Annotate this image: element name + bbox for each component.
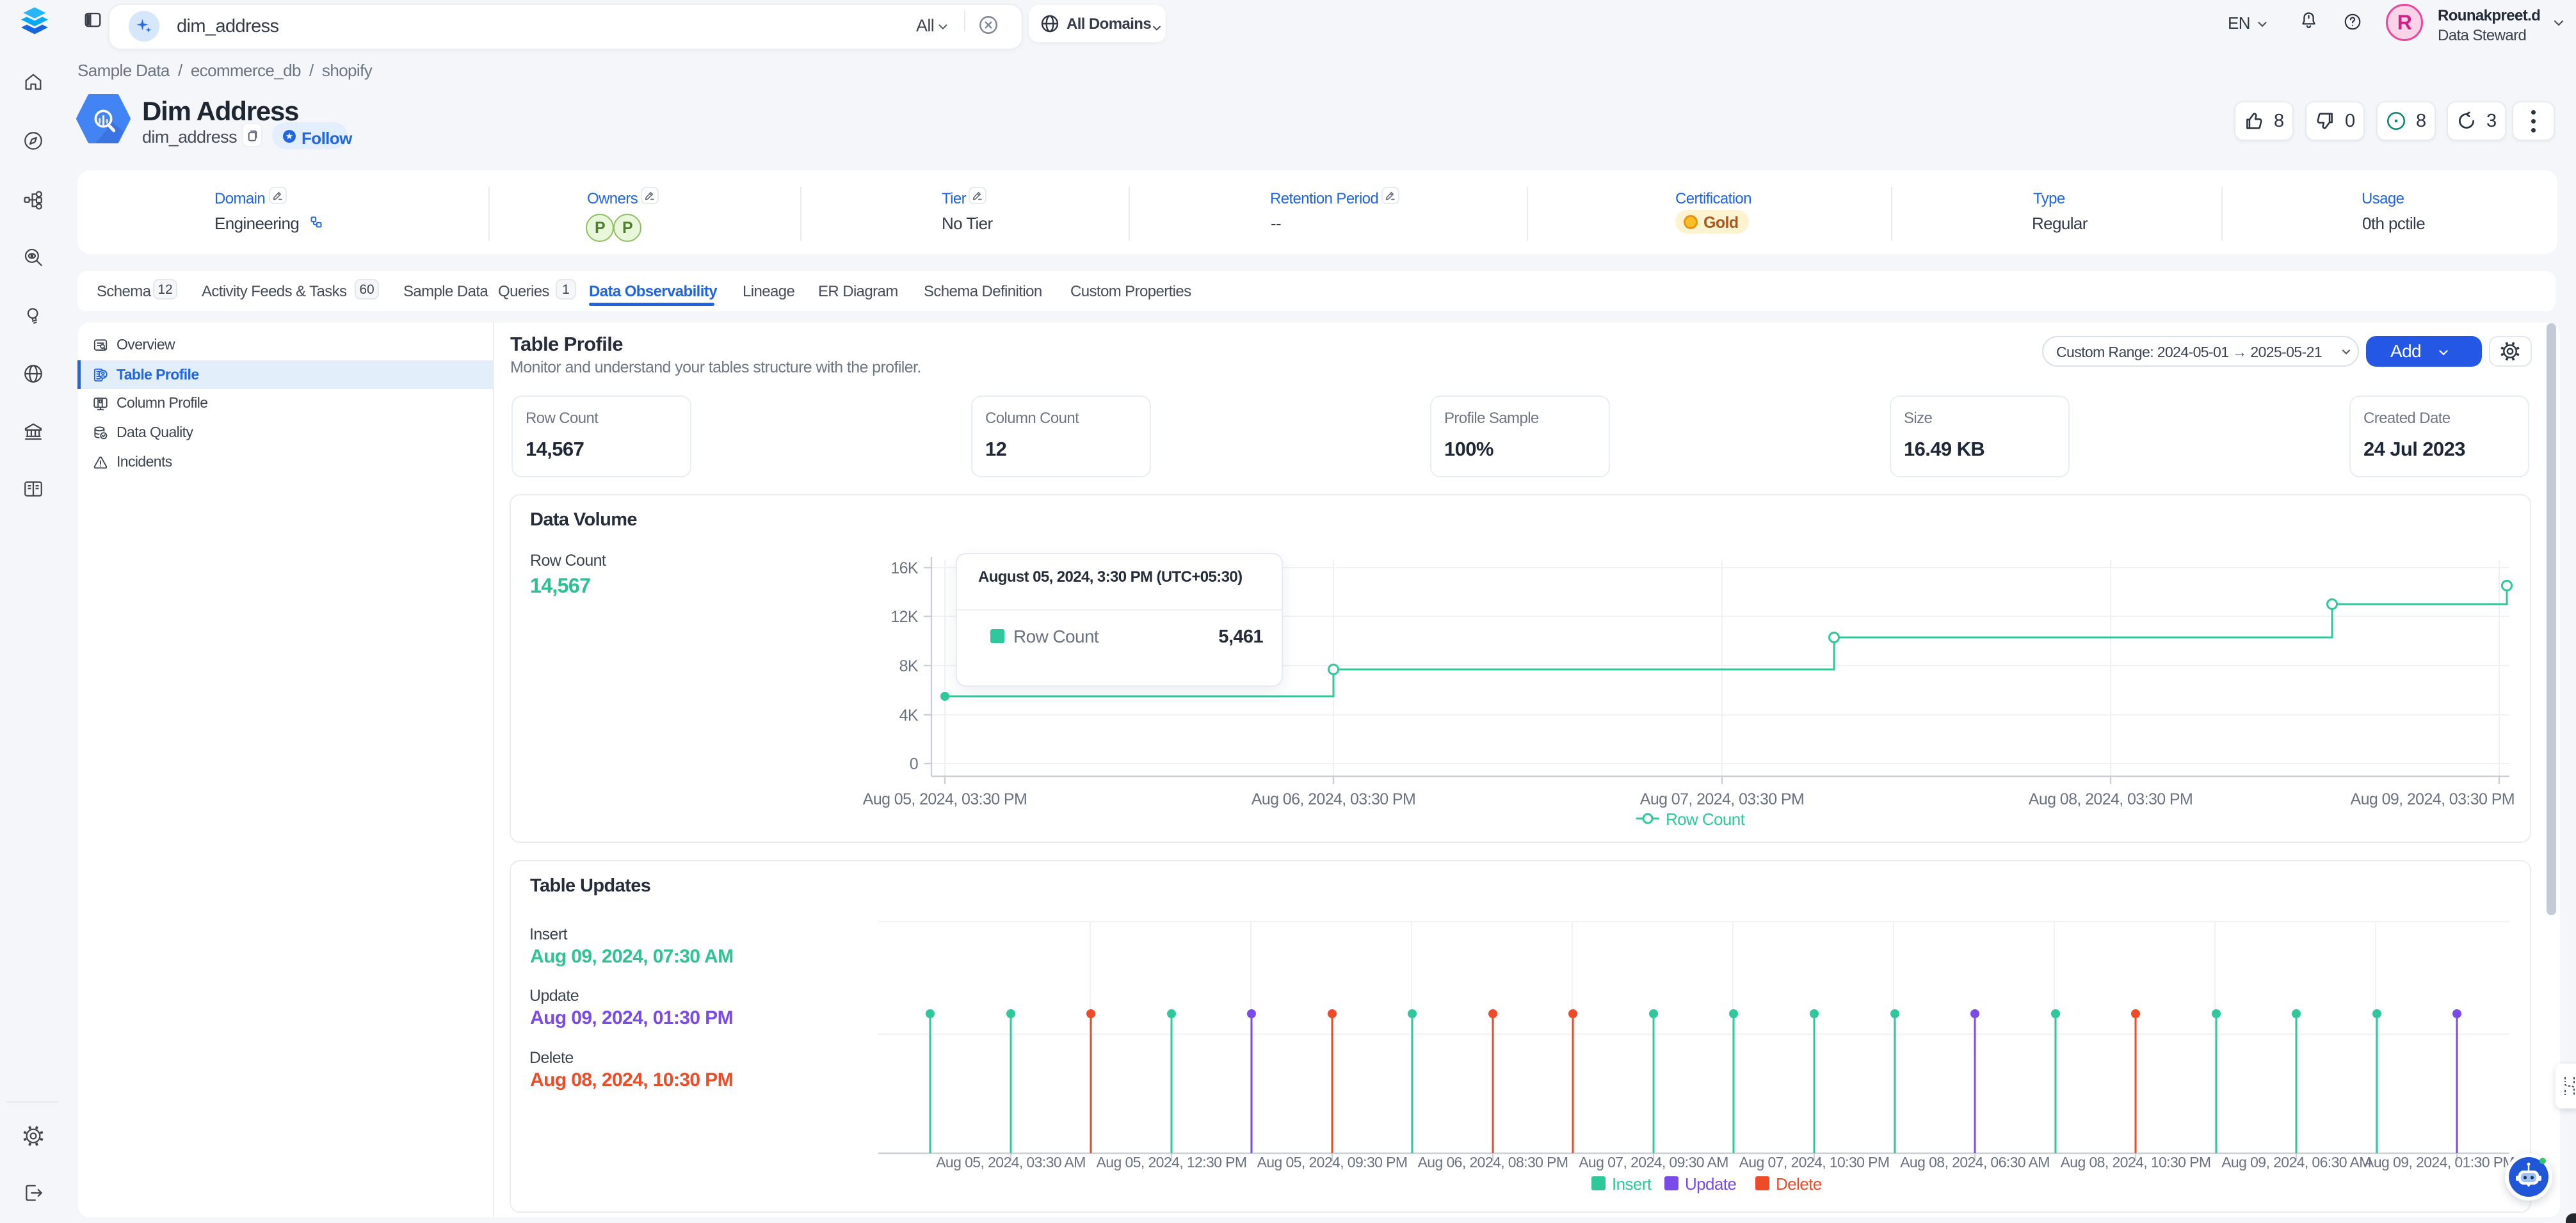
- svg-text:Aug 05, 2024, 03:30 PM: Aug 05, 2024, 03:30 PM: [863, 790, 1027, 808]
- svg-text:Aug 05, 2024, 03:30 AM: Aug 05, 2024, 03:30 AM: [936, 1154, 1086, 1171]
- svg-text:0: 0: [910, 755, 918, 773]
- svg-text:4K: 4K: [899, 707, 919, 724]
- svg-text:Aug 07, 2024, 09:30 AM: Aug 07, 2024, 09:30 AM: [1579, 1154, 1728, 1171]
- svg-text:Aug 08, 2024, 03:30 PM: Aug 08, 2024, 03:30 PM: [2029, 790, 2193, 808]
- svg-text:Aug 07, 2024, 03:30 PM: Aug 07, 2024, 03:30 PM: [1640, 790, 1804, 808]
- svg-text:Aug 09, 2024, 03:30 PM: Aug 09, 2024, 03:30 PM: [2351, 790, 2515, 808]
- svg-text:Aug 09, 2024, 06:30 AM: Aug 09, 2024, 06:30 AM: [2221, 1154, 2371, 1171]
- svg-text:Aug 07, 2024, 10:30 PM: Aug 07, 2024, 10:30 PM: [1739, 1154, 1890, 1171]
- svg-text:Aug 06, 2024, 08:30 PM: Aug 06, 2024, 08:30 PM: [1418, 1154, 1568, 1171]
- svg-text:Aug 09, 2024, 01:30 PM: Aug 09, 2024, 01:30 PM: [2364, 1154, 2515, 1171]
- svg-text:Aug 05, 2024, 09:30 PM: Aug 05, 2024, 09:30 PM: [1257, 1154, 1408, 1171]
- svg-text:Aug 06, 2024, 03:30 PM: Aug 06, 2024, 03:30 PM: [1252, 790, 1415, 808]
- svg-text:12K: 12K: [890, 608, 919, 626]
- svg-text:16K: 16K: [890, 559, 919, 577]
- svg-text:Aug 08, 2024, 10:30 PM: Aug 08, 2024, 10:30 PM: [2061, 1154, 2211, 1171]
- svg-text:Aug 08, 2024, 06:30 AM: Aug 08, 2024, 06:30 AM: [1900, 1154, 2050, 1171]
- svg-text:Aug 05, 2024, 12:30 PM: Aug 05, 2024, 12:30 PM: [1097, 1154, 1247, 1171]
- svg-text:8K: 8K: [899, 657, 919, 675]
